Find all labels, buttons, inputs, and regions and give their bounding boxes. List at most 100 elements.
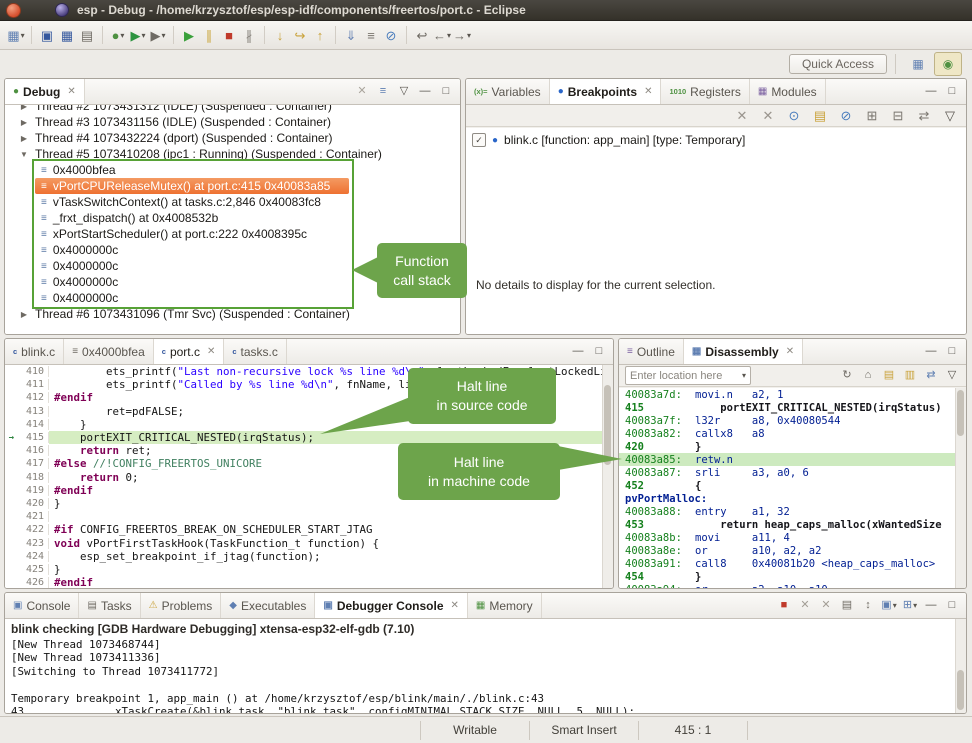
disassembly-row[interactable]: 40083a7f:l32r a8, 0x40080544 — [619, 414, 956, 427]
step-into-icon[interactable]: ↓ — [270, 24, 290, 46]
debug-frame-row[interactable]: ≡vTaskSwitchContext() at tasks.c:2,846 0… — [35, 194, 460, 210]
view-menu-icon[interactable]: ▽ — [940, 105, 960, 127]
save-all-icon[interactable]: ▦ — [57, 24, 77, 46]
close-tab-icon[interactable]: ✕ — [451, 600, 459, 611]
go-to-pc-icon[interactable]: ⌂ — [860, 367, 876, 385]
scrollbar-thumb[interactable] — [604, 385, 611, 465]
disassembly-row[interactable]: 40083a87:srli a3, a0, 6 — [619, 466, 956, 479]
run-icon[interactable]: ▶▾ — [128, 24, 148, 46]
breakpoint-checkbox[interactable]: ✓ — [472, 133, 486, 147]
skip-all-breakpoints-icon[interactable]: ⊘ — [381, 24, 401, 46]
minimize-icon[interactable]: — — [923, 597, 939, 615]
location-combo[interactable]: Enter location here ▾ — [625, 366, 751, 385]
disconnect-icon[interactable]: ∦ — [239, 24, 259, 46]
display-selected-console-icon[interactable]: ▣▾ — [881, 597, 897, 615]
disassembly-row[interactable]: 40083a7d:movi.n a2, 1 — [619, 388, 956, 401]
tab-tasks[interactable]: ▤Tasks — [79, 593, 140, 618]
tab-0x4000bfea[interactable]: ≡0x4000bfea — [64, 339, 154, 364]
expand-all-icon[interactable]: ⊞ — [862, 105, 882, 127]
remove-launch-icon[interactable]: ✕ — [797, 597, 813, 615]
remove-breakpoint-icon[interactable]: ✕ — [732, 105, 752, 127]
resume-icon[interactable]: ▶ — [179, 24, 199, 46]
go-to-file-icon[interactable]: ▤ — [810, 105, 830, 127]
remove-all-breakpoints-icon[interactable]: ✕ — [758, 105, 778, 127]
step-return-icon[interactable]: ↑ — [310, 24, 330, 46]
maximize-icon[interactable]: □ — [944, 343, 960, 361]
suspend-icon[interactable]: ∥ — [199, 24, 219, 46]
step-over-icon[interactable]: ↪ — [290, 24, 310, 46]
scrollbar-thumb[interactable] — [957, 390, 964, 436]
tab-memory[interactable]: ▦Memory — [468, 593, 542, 618]
tab-modules[interactable]: ▦Modules — [750, 79, 826, 104]
close-tab-icon[interactable]: ✕ — [67, 86, 75, 97]
terminate-icon[interactable]: ■ — [219, 24, 239, 46]
quick-access-button[interactable]: Quick Access — [789, 54, 887, 74]
debug-thread-row[interactable]: ▶Thread #3 1073431156 (IDLE) (Suspended … — [5, 114, 460, 130]
debug-thread-row[interactable]: ▼Thread #5 1073410208 (ipc1 : Running) (… — [5, 146, 460, 162]
maximize-icon[interactable]: □ — [944, 83, 960, 101]
maximize-icon[interactable]: □ — [438, 83, 454, 101]
refresh-view-icon[interactable]: ↻ — [839, 367, 855, 385]
back-icon[interactable]: ←▾ — [432, 24, 452, 46]
debug-thread-row[interactable]: ▶Thread #2 1073431312 (IDLE) (Suspended … — [5, 105, 460, 114]
last-edit-location-icon[interactable]: ↩ — [412, 24, 432, 46]
show-source-icon[interactable]: ▤ — [881, 367, 897, 385]
editor-scrollbar[interactable] — [602, 365, 613, 588]
disassembly-row[interactable]: 40083a8e:or a10, a2, a2 — [619, 544, 956, 557]
disassembly-row[interactable]: 415 portEXIT_CRITICAL_NESTED(irqStatus) — [619, 401, 956, 414]
breakpoint-item[interactable]: ✓ ● blink.c [function: app_main] [type: … — [466, 128, 966, 149]
close-tab-icon[interactable]: ✕ — [207, 346, 215, 357]
skip-all-breakpoints-icon[interactable]: ⊘ — [836, 105, 856, 127]
collapse-all-icon[interactable]: ⊟ — [888, 105, 908, 127]
twisty-collapsed-icon[interactable]: ▶ — [19, 118, 29, 127]
forward-icon[interactable]: →▾ — [452, 24, 472, 46]
print-icon[interactable]: ▤ — [77, 24, 97, 46]
disassembly-row[interactable]: pvPortMalloc: — [619, 492, 956, 505]
maximize-icon[interactable]: □ — [944, 597, 960, 615]
tab-executables[interactable]: ◆Executables — [221, 593, 315, 618]
drop-to-frame-icon[interactable]: ⇓ — [341, 24, 361, 46]
debug-frame-row[interactable]: ≡0x4000bfea — [35, 162, 460, 178]
remove-all-launches-icon[interactable]: ✕ — [818, 597, 834, 615]
minimize-icon[interactable]: — — [923, 83, 939, 101]
disassembly-rows[interactable]: 40083a7d:movi.n a2, 1415 portEXIT_CRITIC… — [619, 388, 956, 588]
debug-perspective-icon[interactable]: ◉ — [934, 52, 962, 76]
disassembly-row[interactable]: 40083a88:entry a1, 32 — [619, 505, 956, 518]
debug-thread-row[interactable]: ▶Thread #6 1073431096 (Tmr Svc) (Suspend… — [5, 306, 460, 322]
debug-frame-row[interactable]: ≡vPortCPUReleaseMutex() at port.c:415 0x… — [35, 178, 349, 194]
disassembly-row[interactable]: 453 return heap_caps_malloc(xWantedSize — [619, 518, 956, 531]
tab-blink-c[interactable]: cblink.c — [5, 339, 64, 364]
debug-frame-row[interactable]: ≡_frxt_dispatch() at 0x4008532b — [35, 210, 460, 226]
console-output[interactable]: [New Thread 1073468744][New Thread 10734… — [5, 638, 956, 713]
cpp-perspective-icon[interactable]: ▦ — [904, 52, 932, 76]
disassembly-row[interactable]: 454} — [619, 570, 956, 583]
remove-all-terminated-icon[interactable]: ✕ — [354, 83, 370, 101]
clear-console-icon[interactable]: ▤ — [839, 597, 855, 615]
tab-disassembly[interactable]: ▦Disassembly✕ — [684, 339, 803, 364]
save-icon[interactable]: ▣ — [37, 24, 57, 46]
disassembly-row[interactable]: 40083a82:callx8 a8 — [619, 427, 956, 440]
scrollbar-thumb[interactable] — [957, 670, 964, 710]
instruction-stepping-icon[interactable]: ≡ — [361, 24, 381, 46]
tab-breakpoints[interactable]: ●Breakpoints✕ — [550, 79, 662, 104]
minimize-icon[interactable]: — — [417, 83, 433, 101]
tab-port-c[interactable]: cport.c✕ — [154, 339, 225, 364]
open-console-icon[interactable]: ⊞▾ — [902, 597, 918, 615]
twisty-collapsed-icon[interactable]: ▶ — [19, 105, 29, 111]
debug-thread-row[interactable]: ▶Thread #4 1073432224 (dport) (Suspended… — [5, 130, 460, 146]
new-wizard-icon[interactable]: ▦▾ — [6, 24, 26, 46]
disassembly-scrollbar[interactable] — [955, 388, 966, 588]
minimize-icon[interactable]: — — [923, 343, 939, 361]
tab-variables[interactable]: (x)=Variables — [466, 79, 550, 104]
tab-registers[interactable]: 1010Registers — [661, 79, 749, 104]
show-opcodes-icon[interactable]: ▥ — [902, 367, 918, 385]
console-scrollbar[interactable] — [955, 619, 966, 713]
disassembly-row[interactable]: 40083a8b:movi a11, 4 — [619, 531, 956, 544]
terminate-icon[interactable]: ■ — [776, 597, 792, 615]
close-tab-icon[interactable]: ✕ — [786, 346, 794, 357]
disassembly-row[interactable]: 420} — [619, 440, 956, 453]
twisty-collapsed-icon[interactable]: ▶ — [19, 310, 29, 319]
instruction-stepping-toggle-icon[interactable]: ≡ — [375, 83, 391, 101]
debug-frame-row[interactable]: ≡xPortStartScheduler() at port.c:222 0x4… — [35, 226, 460, 242]
minimize-icon[interactable]: — — [570, 343, 586, 361]
